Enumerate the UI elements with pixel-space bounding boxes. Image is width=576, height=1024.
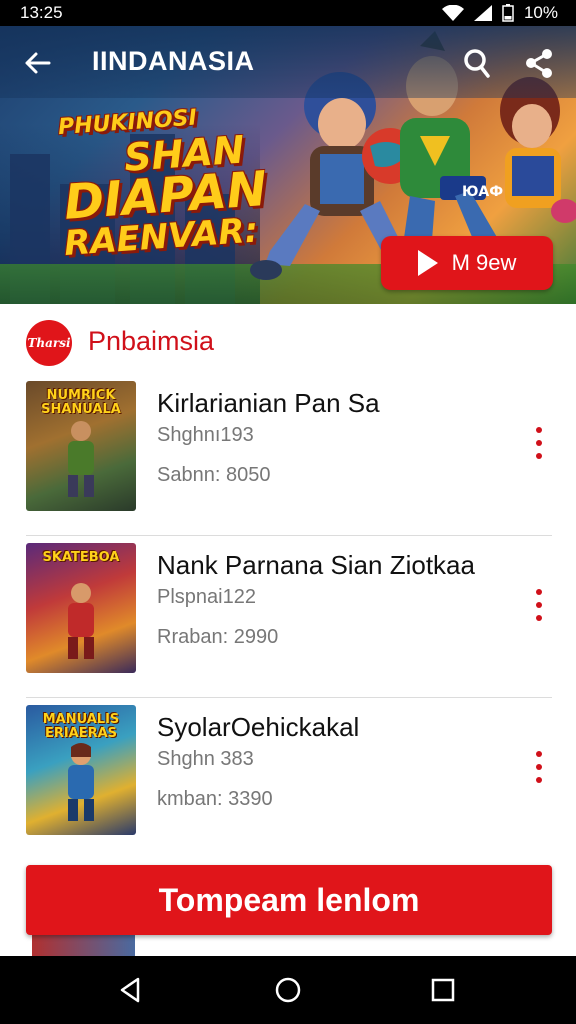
item-subtitle: Shghnı193 <box>157 424 254 446</box>
signal-icon <box>473 5 492 21</box>
watch-button[interactable]: M 9ew <box>381 236 553 290</box>
item-subtitle: Plspnai122 <box>157 586 256 608</box>
battery-percent: 10% <box>523 3 558 22</box>
search-button[interactable] <box>460 46 494 80</box>
item-title: Nank Parnana Sian Ziotkaa <box>157 550 475 580</box>
bottom-action-area: Tompeam lenlom <box>0 850 576 956</box>
list-item[interactable]: NUMRICK SHANUALA Kirlarianian Pan Sa Shg… <box>0 374 576 536</box>
more-options-icon[interactable] <box>530 427 548 459</box>
promo-headline: PHUKINOSI SHAN DIAPAN RAENVAR: <box>54 106 268 264</box>
game-list: NUMRICK SHANUALA Kirlarianian Pan Sa Shg… <box>0 374 576 860</box>
back-button[interactable] <box>20 48 54 78</box>
item-meta: kmban: 3390 <box>157 788 273 810</box>
item-meta: Sabnn: 8050 <box>157 464 271 486</box>
thumbnail-figure <box>68 583 94 659</box>
thumbnail-label: MANUALIS ERIAERAS <box>42 712 120 741</box>
item-title: SyolarOehickakal <box>157 712 360 742</box>
item-thumbnail[interactable]: SKATEBOA <box>26 543 136 673</box>
list-item[interactable]: SKATEBOA Nank Parnana Sian Ziotkaa Plspn… <box>0 536 576 698</box>
search-icon <box>464 49 490 78</box>
app-bar: IINDANASIA <box>0 26 576 98</box>
thumbnail-label: NUMRICK SHANUALA <box>41 388 121 417</box>
more-options-icon[interactable] <box>530 751 548 783</box>
system-nav-bar <box>0 956 576 1024</box>
play-icon <box>417 250 438 276</box>
share-icon <box>526 49 552 78</box>
item-title: Kirlarianian Pan Sa <box>157 388 380 418</box>
thumbnail-figure <box>68 421 94 497</box>
item-meta: Rraban: 2990 <box>157 626 279 648</box>
app-title: IINDANASIA <box>92 46 255 76</box>
next-item-thumbnail <box>32 935 135 956</box>
nav-home-icon[interactable] <box>273 975 303 1005</box>
channel-logo[interactable]: Tharsi <box>26 320 72 366</box>
watch-button-label: M 9ew <box>451 250 517 275</box>
share-button[interactable] <box>522 46 556 80</box>
primary-action-button[interactable]: Tompeam lenlom <box>26 865 552 935</box>
status-bar: 13:25 10% <box>0 0 576 26</box>
hero-badge-text: ЮАФ <box>462 184 503 200</box>
item-thumbnail[interactable]: MANUALIS ERIAERAS <box>26 705 136 835</box>
thumbnail-label: SKATEBOA <box>42 550 120 565</box>
wifi-icon <box>441 5 464 21</box>
status-icons: 10% <box>441 3 558 23</box>
nav-recents-icon[interactable] <box>428 975 458 1005</box>
section-header: Tharsi Pnbaimsia <box>0 304 576 374</box>
item-thumbnail[interactable]: NUMRICK SHANUALA <box>26 381 136 511</box>
battery-icon <box>502 4 514 22</box>
more-options-icon[interactable] <box>530 589 548 621</box>
list-item[interactable]: MANUALIS ERIAERAS SyolarOehickakal Shghn… <box>0 698 576 860</box>
section-title: Pnbaimsia <box>88 326 215 356</box>
back-arrow-icon <box>25 52 51 74</box>
item-subtitle: Shghn 383 <box>157 748 254 770</box>
thumbnail-figure <box>68 743 94 821</box>
status-time: 13:25 <box>20 3 63 22</box>
nav-back-icon[interactable] <box>116 975 146 1005</box>
